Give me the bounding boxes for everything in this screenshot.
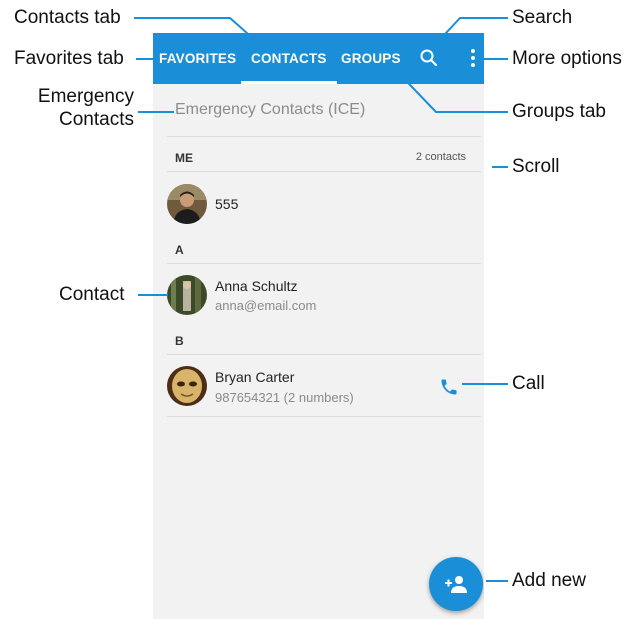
contacts-screen: FAVORITES CONTACTS GROUPS Emergency Cont… [153, 33, 484, 619]
callout-call: Call [512, 373, 545, 394]
section-header-b: B [175, 334, 184, 348]
add-person-icon [445, 576, 467, 593]
divider [167, 171, 481, 172]
contact-phone: 987654321 (2 numbers) [215, 390, 354, 405]
callout-scroll: Scroll [512, 156, 560, 177]
callout-contact: Contact [59, 284, 125, 305]
contacts-count: 2 contacts [415, 151, 466, 163]
contact-name: 555 [215, 196, 239, 212]
avatar-image [167, 275, 207, 315]
contact-name: Bryan Carter [215, 369, 295, 385]
section-header-me: ME [175, 151, 193, 165]
avatar-image [167, 184, 207, 224]
app-bar: FAVORITES CONTACTS GROUPS [153, 33, 484, 84]
callout-more-options: More options [512, 48, 622, 69]
callout-emergency-line1: Emergency [37, 86, 134, 107]
callout-favorites-tab: Favorites tab [14, 48, 124, 69]
tab-groups[interactable]: GROUPS [341, 33, 401, 84]
search-icon[interactable] [417, 46, 441, 70]
tab-favorites[interactable]: FAVORITES [159, 33, 236, 84]
avatar-image [167, 366, 207, 406]
avatar [167, 275, 207, 315]
tab-contacts[interactable]: CONTACTS [241, 33, 337, 84]
section-header-a: A [175, 243, 184, 257]
divider [167, 354, 481, 355]
contact-name: Anna Schultz [215, 278, 298, 294]
callout-contacts-tab: Contacts tab [14, 7, 121, 28]
contact-email: anna@email.com [215, 298, 317, 313]
callout-add-new: Add new [512, 570, 586, 591]
add-new-contact-button[interactable] [429, 557, 483, 611]
avatar [167, 184, 207, 224]
callout-emergency-contacts: Emergency Contacts [14, 85, 134, 131]
callout-groups-tab: Groups tab [512, 101, 606, 122]
more-options-icon[interactable] [461, 46, 484, 70]
callout-search: Search [512, 7, 573, 28]
callout-emergency-line2: Contacts [59, 109, 134, 130]
avatar [167, 366, 207, 406]
phone-icon[interactable] [439, 377, 459, 397]
emergency-contacts-ice[interactable]: Emergency Contacts (ICE) [175, 101, 365, 119]
divider [167, 263, 481, 264]
divider [167, 136, 481, 137]
divider [167, 416, 481, 417]
